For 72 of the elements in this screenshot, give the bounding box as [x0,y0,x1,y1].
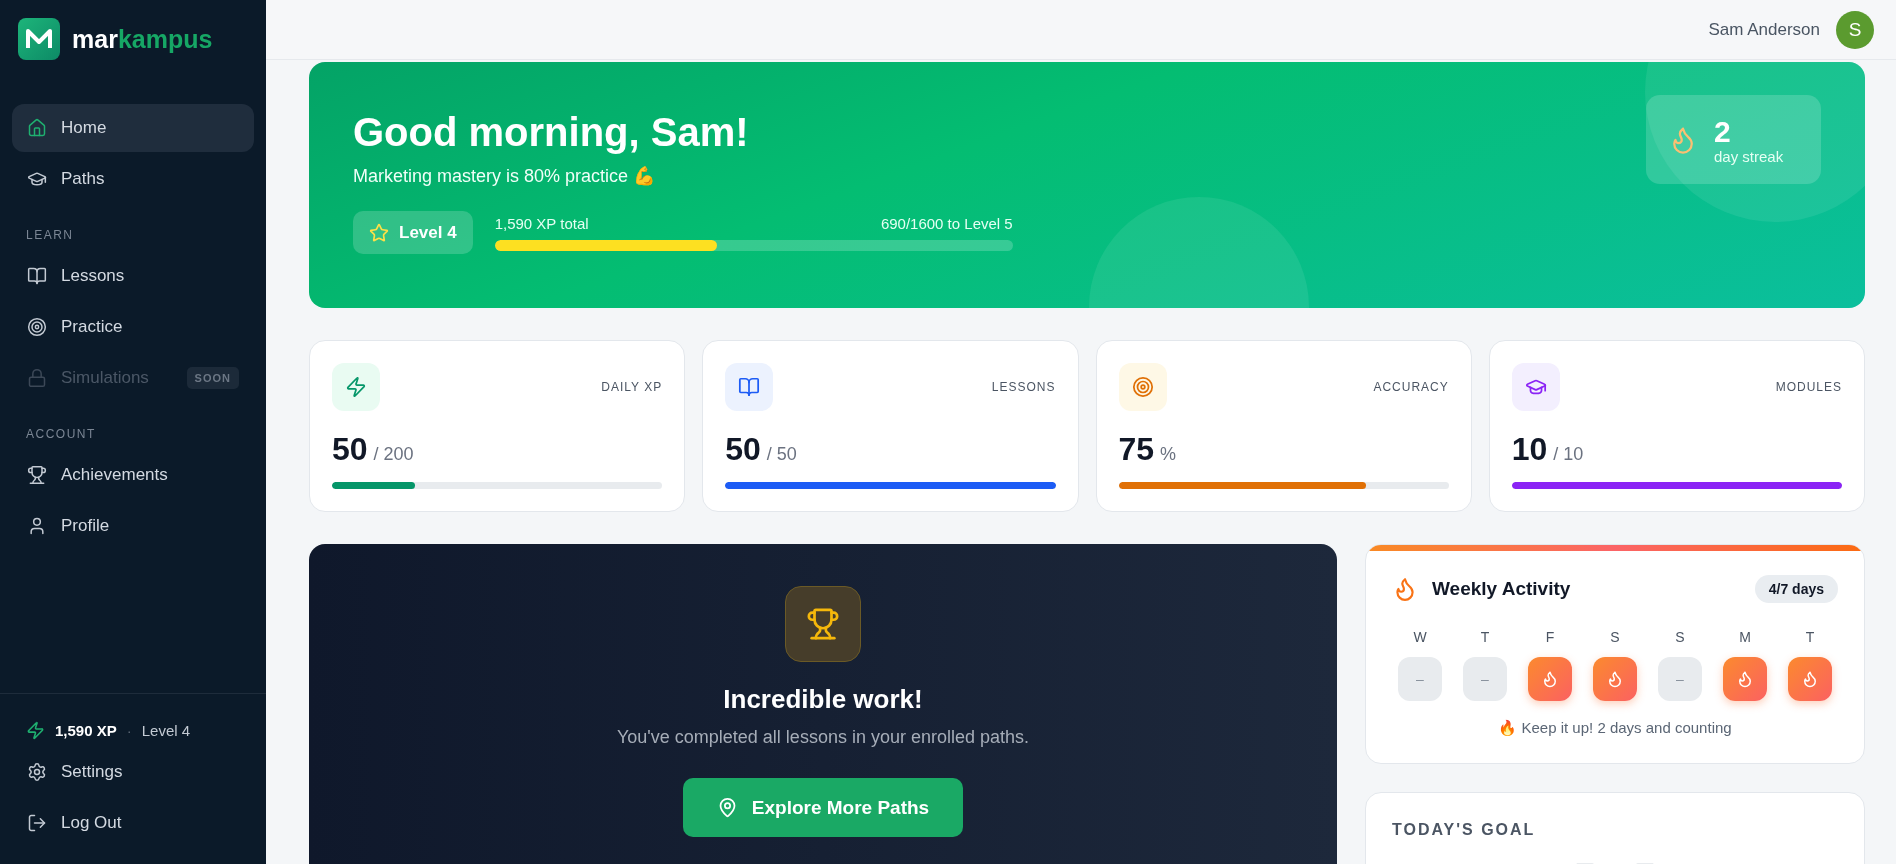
separator-dot: · [126,721,132,739]
stat-unit: / 50 [766,444,797,465]
lightning-icon [26,720,45,740]
section-label: ACCOUNT [25,426,97,443]
nav-item[interactable]: Profile [12,502,254,550]
stat-value: 50 [725,431,761,468]
day-label: S [1610,629,1620,645]
nav-item[interactable]: Settings [12,748,254,796]
nav-item[interactable]: Home [12,104,254,152]
day-label: S [1675,629,1685,645]
graduation-cap-icon [27,169,47,189]
target-icon [1118,363,1167,411]
level-badge: Level 4 [353,211,473,254]
stat-label: ACCURACY [1373,380,1449,394]
soon-badge: SOON [186,367,239,389]
book-icon [725,363,774,411]
streak-count: 2 [1714,114,1732,148]
nav-item[interactable]: Practice [12,303,254,351]
brand-name: markampus [72,24,213,54]
section-label: LEARN [25,227,75,244]
greeting-title: Good morning, Sam! [353,110,750,155]
card-title: Weekly Activity [1432,578,1571,600]
flame-icon [1801,670,1819,688]
stat-unit: / 10 [1553,444,1584,465]
logo-icon [18,18,60,60]
stat-label: DAILY XP [601,380,663,394]
empty-mark: – [1416,671,1424,687]
trophy-icon [785,586,861,662]
day-label: F [1545,629,1555,645]
flame-icon [1606,670,1624,688]
day-label: T [1805,629,1815,645]
nav-item[interactable]: Achievements [12,451,254,499]
xp-to-next-level: 690/1600 to Level 5 [880,214,1013,232]
xp-total: 1,590 XP total [494,214,589,232]
greeting-subtitle: Marketing mastery is 80% practice 💪 [353,165,657,187]
nav-item[interactable]: Lessons [12,252,254,300]
empty-mark: – [1481,671,1489,687]
flame-icon [1541,670,1559,688]
day-label: W [1413,629,1427,645]
stat-label: MODULES [1775,380,1842,394]
level-text: Level 4 [141,721,191,739]
stat-unit: / 200 [373,444,414,465]
stat-unit: % [1160,444,1177,465]
lightning-icon [332,363,380,411]
streak-message: 🔥 Keep it up! 2 days and counting [1497,719,1733,737]
card-title: TODAY'S GOAL [1392,821,1536,839]
day-label: T [1480,629,1490,645]
logout-icon [27,813,47,833]
target-icon [27,317,47,337]
trophy-icon [27,465,47,485]
book-icon [27,266,47,286]
lock-icon [27,368,47,388]
days-badge: 4/7 days [1754,575,1838,603]
completion-title: Incredible work! [723,684,923,715]
user-name: Sam Anderson [1708,19,1820,40]
user-icon [27,516,47,536]
xp-total: 1,590 XP [55,721,117,739]
home-icon [27,118,47,138]
graduation-cap-icon [1511,363,1560,411]
stat-value: 10 [1511,431,1548,468]
day-label: M [1739,629,1751,645]
stat-value: 50 [332,431,368,468]
settings-icon [27,762,47,782]
star-icon [369,222,389,243]
nav-item[interactable]: Paths [12,155,254,203]
completion-text: You've completed all lessons in your enrolled paths. [617,727,1029,748]
flame-icon [1736,670,1754,688]
empty-mark: – [1676,671,1684,687]
streak-label: day streak [1714,147,1784,165]
stat-value: 75 [1118,431,1155,468]
nav-item[interactable]: Log Out [12,799,254,847]
stat-label: LESSONS [991,380,1056,394]
